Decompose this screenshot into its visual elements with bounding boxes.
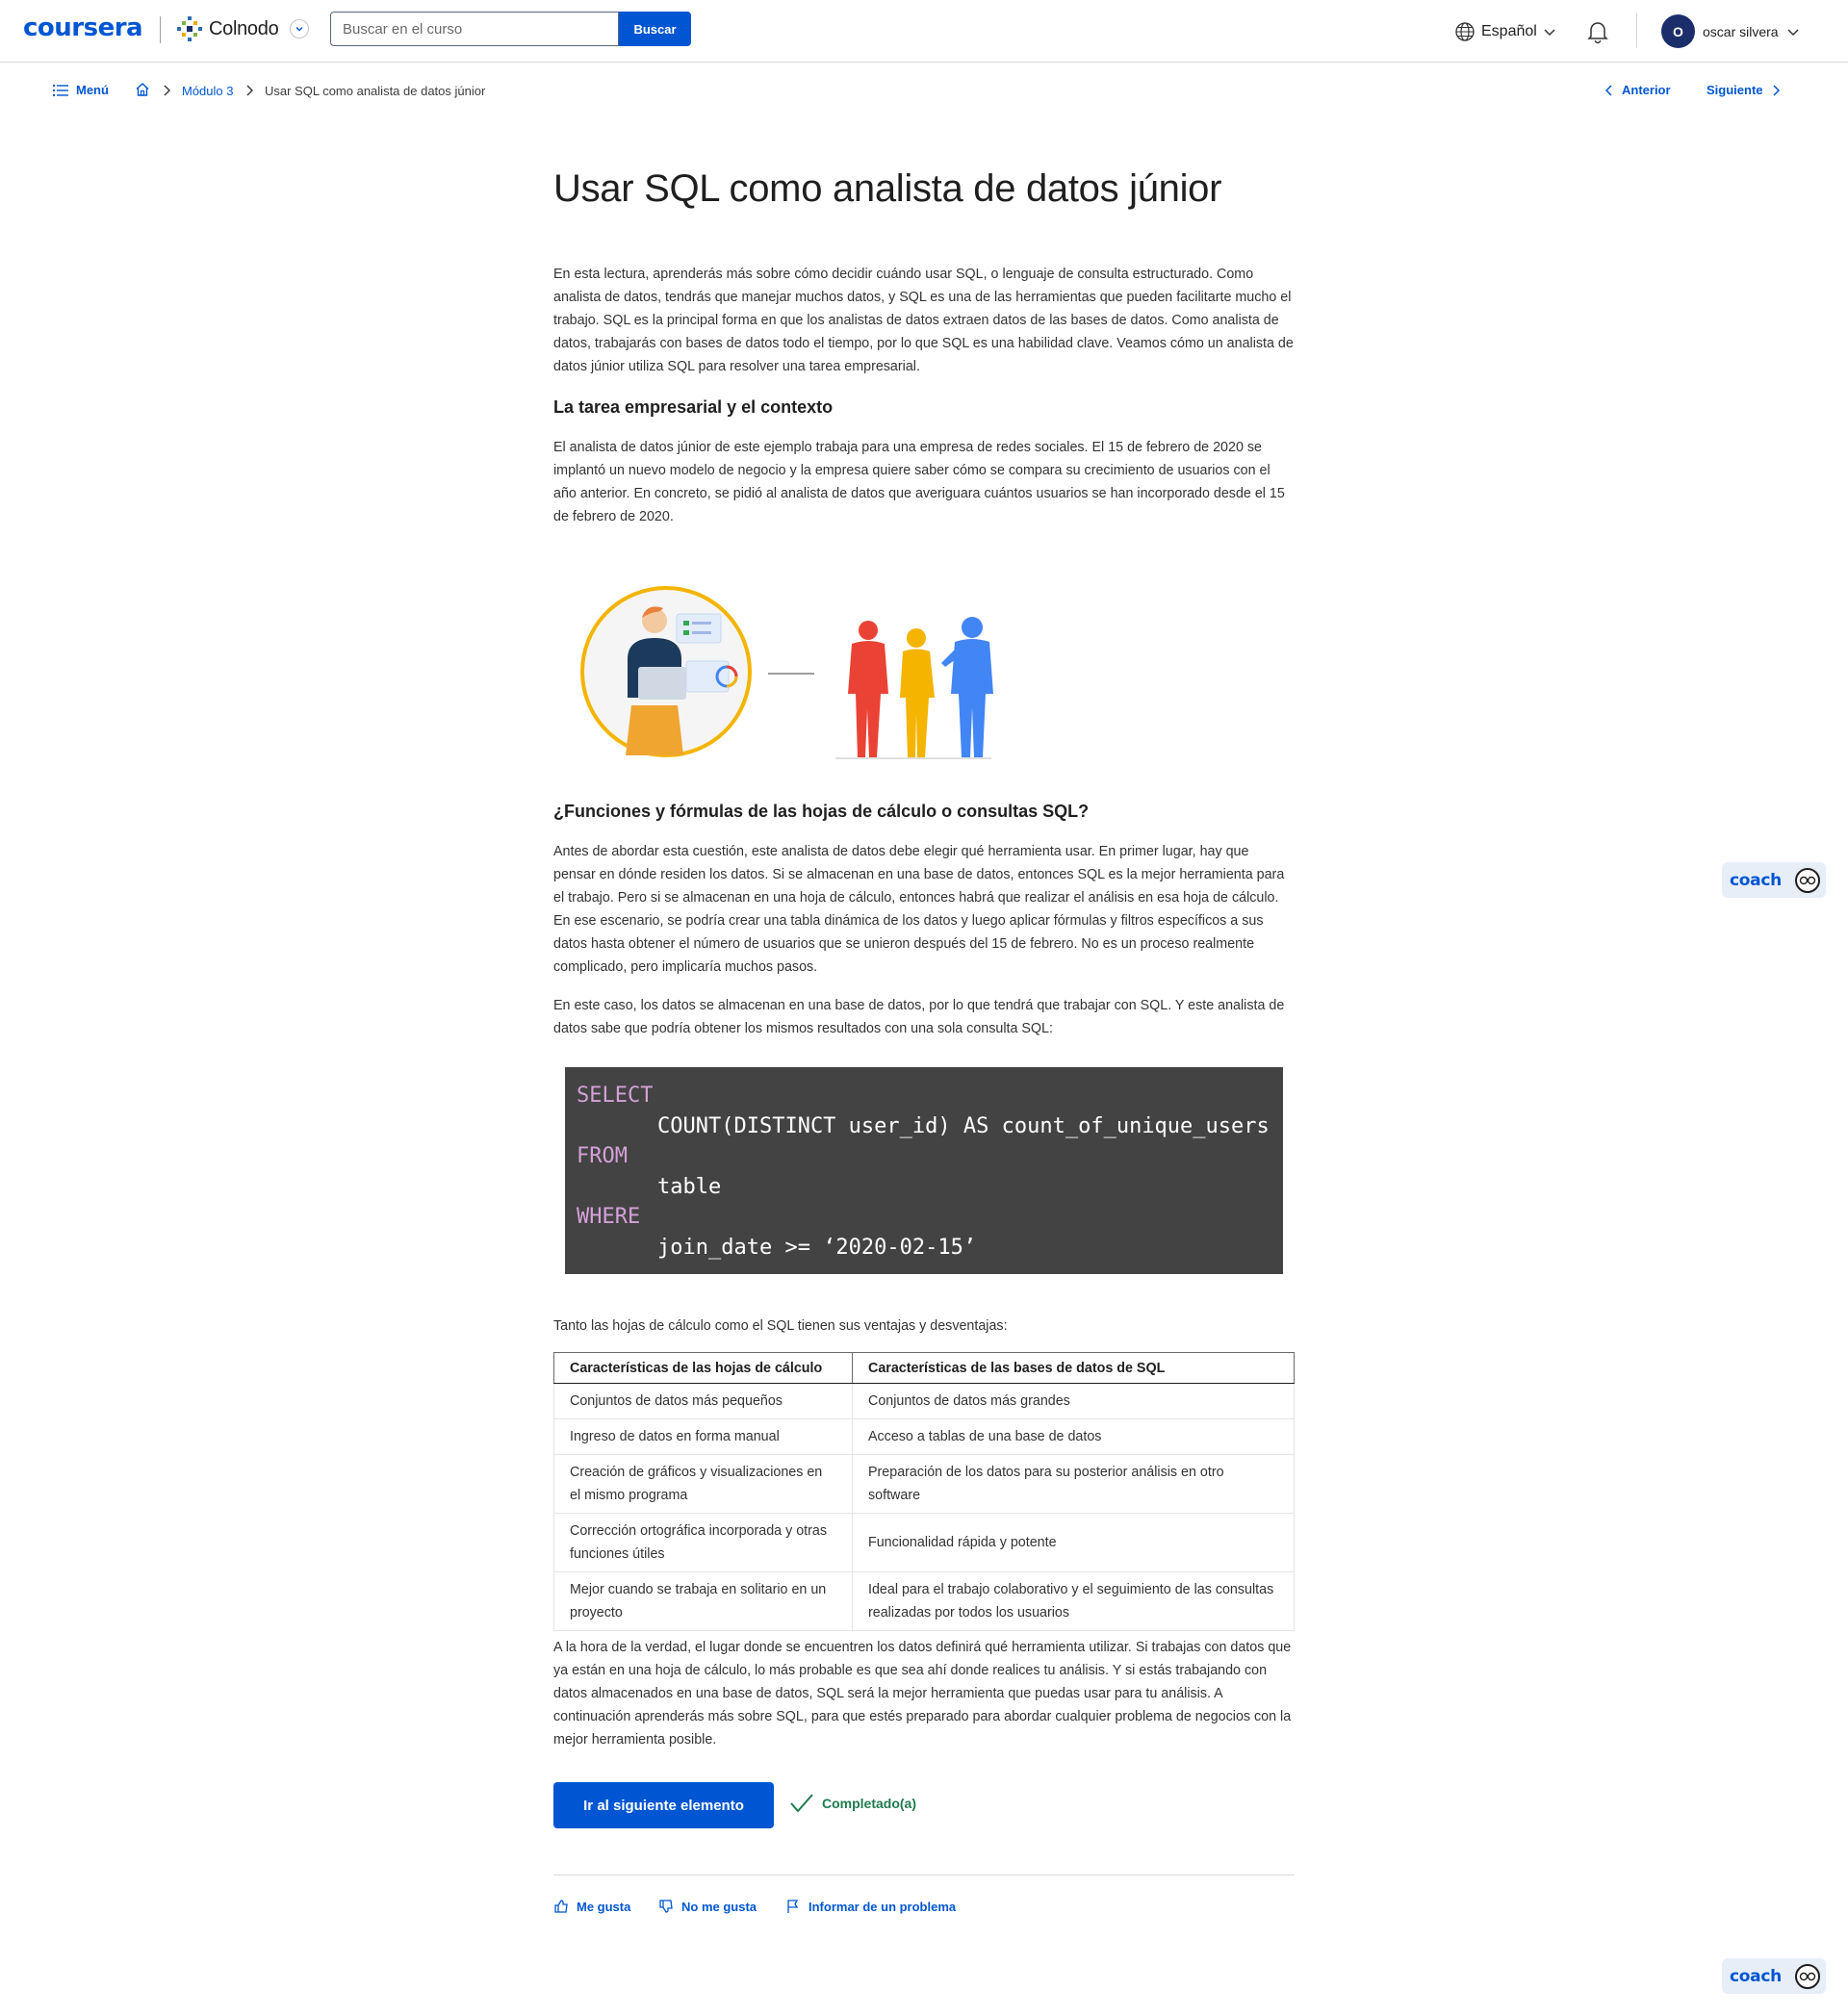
section-heading-question: ¿Funciones y fórmulas de las hojas de cá… xyxy=(553,802,1090,821)
checkmark-icon xyxy=(790,1794,813,1813)
table-cell: Acceso a tablas de una base de datos xyxy=(852,1418,1295,1455)
sql-code-block: SELECT COUNT(DISTINCT user_id) AS count_… xyxy=(565,1067,1283,1274)
go-to-next-item-button[interactable]: Ir al siguiente elemento xyxy=(553,1782,774,1828)
table-cell: Ideal para el trabajo colaborativo y el … xyxy=(852,1571,1295,1631)
menu-label: Menú xyxy=(76,83,109,97)
partner-switcher[interactable]: Colnodo xyxy=(176,15,310,42)
coach-button[interactable]: coach xyxy=(1722,1958,1826,1994)
coach-label: coach xyxy=(1730,1966,1782,1986)
top-navigation-bar: coursera Colnodo Buscar Español O oscar … xyxy=(0,0,1848,63)
completed-label: Completado(a) xyxy=(822,1796,916,1811)
sql-keyword-from: FROM xyxy=(577,1144,628,1168)
sql-keyword-select: SELECT xyxy=(577,1084,654,1108)
previous-item-button[interactable]: Anterior xyxy=(1604,83,1671,97)
analyst-users-illustration xyxy=(578,582,1001,765)
like-button[interactable]: Me gusta xyxy=(553,1899,630,1914)
next-item-link[interactable]: Siguiente xyxy=(1707,83,1781,97)
table-row: Ingreso de datos en forma manual Acceso … xyxy=(553,1418,1295,1455)
table-cell: Preparación de los datos para su posteri… xyxy=(852,1454,1295,1514)
chevron-right-icon xyxy=(246,85,253,96)
avatar: O xyxy=(1661,14,1695,48)
menu-button[interactable]: Menú xyxy=(53,83,109,97)
chevron-right-icon xyxy=(1772,84,1780,96)
coach-glasses-icon xyxy=(1795,867,1820,893)
table-row: Mejor cuando se trabaja en solitario en … xyxy=(553,1571,1295,1631)
partner-name: Colnodo xyxy=(209,17,279,39)
case-paragraph: En este caso, los datos se almacenan en … xyxy=(553,998,1285,1036)
colnodo-logo-icon xyxy=(177,16,202,41)
report-label: Informar de un problema xyxy=(808,1899,957,1914)
table-cell: Funcionalidad rápida y potente xyxy=(852,1513,1295,1572)
sql-line-from: table xyxy=(657,1174,722,1199)
chevron-right-icon xyxy=(164,85,170,96)
breadcrumb-current: Usar SQL como analista de datos júnior xyxy=(265,84,486,98)
search-button[interactable]: Buscar xyxy=(619,12,691,46)
question-paragraph: Antes de abordar esta cuestión, este ana… xyxy=(553,844,1285,975)
flag-icon xyxy=(787,1900,799,1913)
sql-line-where: join_date >= ‘2020-02-15’ xyxy=(657,1235,977,1260)
table-cell: Mejor cuando se trabaja en solitario en … xyxy=(553,1571,853,1631)
sql-keyword-where: WHERE xyxy=(577,1205,641,1229)
bell-icon xyxy=(1587,22,1608,44)
table-cell: Ingreso de datos en forma manual xyxy=(553,1418,853,1455)
thumbs-down-icon xyxy=(659,1900,673,1913)
dislike-label: No me gusta xyxy=(681,1899,757,1914)
section-heading-context: La tarea empresarial y el contexto xyxy=(553,397,834,417)
completed-status: Completado(a) xyxy=(789,1793,916,1814)
table-header-sql: Características de las bases de datos de… xyxy=(852,1352,1295,1384)
page-title: Usar SQL como analista de datos júnior xyxy=(553,167,1222,210)
thumbs-up-icon xyxy=(554,1900,568,1913)
language-label: Español xyxy=(1481,23,1537,39)
user-menu[interactable]: O oscar silvera xyxy=(1661,14,1800,48)
divider xyxy=(553,1875,1295,1876)
table-row: Creación de gráficos y visualizaciones e… xyxy=(553,1454,1295,1514)
globe-icon xyxy=(1455,22,1475,41)
chevron-left-icon xyxy=(1604,84,1612,96)
coursera-logo[interactable]: coursera xyxy=(23,13,143,42)
language-selector[interactable]: Español xyxy=(1454,21,1556,42)
coach-button[interactable]: coach xyxy=(1722,862,1826,898)
user-name: oscar silvera xyxy=(1703,23,1779,39)
table-intro-paragraph: Tanto las hojas de cálculo como el SQL t… xyxy=(553,1318,1008,1334)
dislike-button[interactable]: No me gusta xyxy=(658,1899,757,1914)
context-paragraph: El analista de datos júnior de este ejem… xyxy=(553,440,1285,524)
breadcrumb-module-link[interactable]: Módulo 3 xyxy=(182,84,233,98)
chevron-down-icon[interactable] xyxy=(290,19,310,38)
home-icon xyxy=(136,83,149,96)
table-cell: Conjuntos de datos más grandes xyxy=(852,1383,1295,1419)
table-cell: Creación de gráficos y visualizaciones e… xyxy=(553,1454,853,1514)
chevron-down-icon xyxy=(1544,29,1555,37)
report-problem-button[interactable]: Informar de un problema xyxy=(785,1899,956,1914)
table-row: Corrección ortográfica incorporada y otr… xyxy=(553,1513,1295,1572)
course-search-input[interactable] xyxy=(330,12,619,46)
comparison-table: Características de las hojas de cálculo … xyxy=(553,1352,1295,1631)
table-row: Conjuntos de datos más pequeños Conjunto… xyxy=(553,1383,1295,1419)
home-button[interactable] xyxy=(135,82,150,102)
previous-label: Anterior xyxy=(1622,83,1671,97)
table-cell: Corrección ortográfica incorporada y otr… xyxy=(553,1513,853,1572)
conclusion-paragraph: A la hora de la verdad, el lugar donde s… xyxy=(553,1640,1292,1748)
intro-paragraph: En esta lectura, aprenderás más sobre có… xyxy=(553,267,1294,374)
table-header-row: Características de las hojas de cálculo … xyxy=(553,1352,1295,1384)
notifications-button[interactable] xyxy=(1586,19,1609,49)
table-header-spreadsheet: Características de las hojas de cálculo xyxy=(553,1352,853,1384)
chevron-down-icon xyxy=(1787,28,1799,36)
list-menu-icon xyxy=(53,84,68,96)
coach-glasses-icon xyxy=(1795,1963,1820,1989)
next-label: Siguiente xyxy=(1707,83,1763,97)
breadcrumb: Menú Módulo 3 Usar SQL como analista de … xyxy=(0,75,1848,106)
header-divider xyxy=(1636,13,1637,48)
like-label: Me gusta xyxy=(577,1899,631,1914)
sql-line-select: COUNT(DISTINCT user_id) AS count_of_uniq… xyxy=(657,1113,1270,1138)
table-cell: Conjuntos de datos más pequeños xyxy=(553,1383,853,1419)
coach-label: coach xyxy=(1730,870,1782,890)
logo-divider xyxy=(160,16,161,43)
